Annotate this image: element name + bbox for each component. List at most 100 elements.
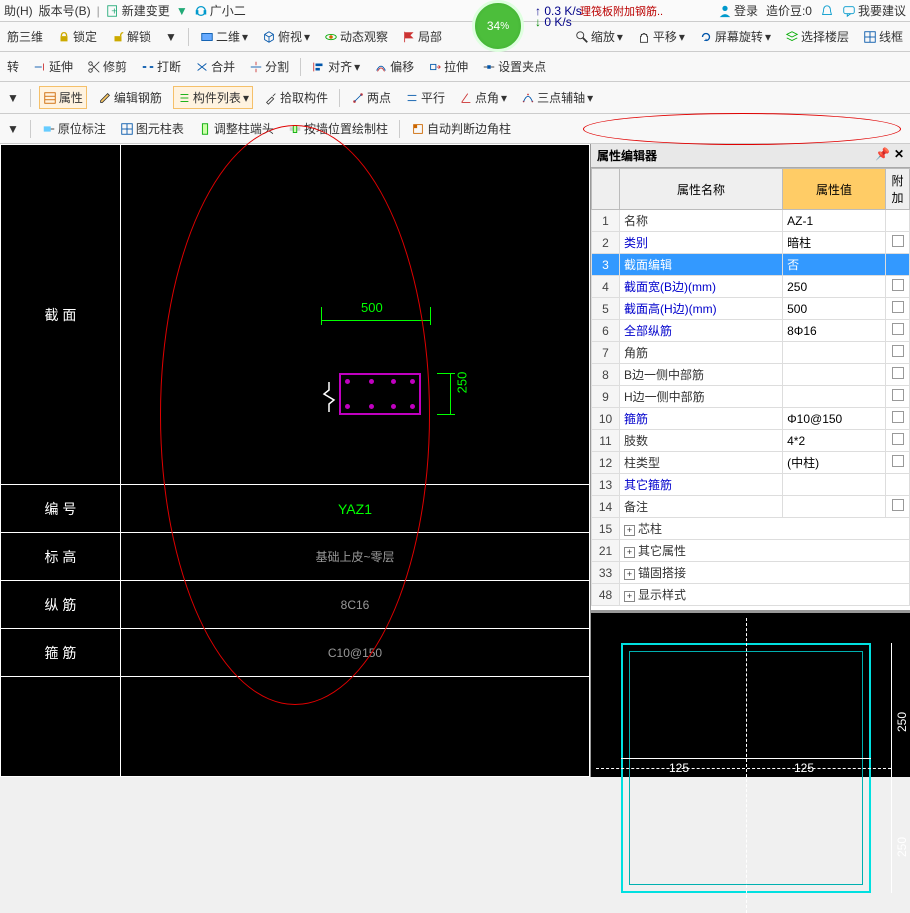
attach-checkbox[interactable]	[892, 455, 904, 467]
gen-dropdown[interactable]: ▼	[4, 89, 22, 107]
extend-button[interactable]: 延伸	[30, 56, 76, 77]
attribute-button[interactable]: 属性	[39, 86, 87, 109]
menu-version[interactable]: 版本号(B)	[39, 2, 91, 19]
stretch-button[interactable]: 拉伸	[425, 56, 471, 77]
wireframe-button[interactable]: 线框	[860, 26, 906, 47]
login-link[interactable]: 登录	[718, 2, 758, 19]
component-list-button[interactable]: 构件列表 ▾	[173, 86, 253, 109]
expand-icon[interactable]: +	[624, 525, 635, 536]
local-zoom-button[interactable]: 局部	[399, 26, 445, 47]
pan-button[interactable]: 平移 ▾	[634, 26, 688, 47]
angle-icon	[459, 91, 473, 105]
auto-edge-col-button[interactable]: 自动判断边角柱	[408, 118, 514, 139]
attach-checkbox[interactable]	[892, 411, 904, 423]
property-row[interactable]: 5截面高(H边)(mm)500	[592, 298, 910, 320]
grip-button[interactable]: 设置夹点	[479, 56, 549, 77]
screen-rotate-button[interactable]: 屏幕旋转 ▾	[696, 26, 774, 47]
unlock-button[interactable]: 解锁	[108, 26, 154, 47]
col-attach[interactable]: 附加	[886, 169, 910, 210]
adj-col-end-button[interactable]: 调整柱端头	[195, 118, 277, 139]
property-row[interactable]: 3截面编辑否	[592, 254, 910, 276]
pin-icon[interactable]: 📌	[875, 147, 890, 164]
doc-add-icon: +	[106, 4, 120, 18]
property-row[interactable]: 14备注	[592, 496, 910, 518]
lock-button[interactable]: 锁定	[54, 26, 100, 47]
zoom-button[interactable]: 缩放 ▾	[572, 26, 626, 47]
file-tab[interactable]: 理筏板附加钢筋..	[580, 3, 663, 19]
property-row[interactable]: 1名称AZ-1	[592, 210, 910, 232]
point-angle-button[interactable]: 点角 ▾	[456, 87, 510, 108]
three-pt-icon	[521, 91, 535, 105]
cad-canvas[interactable]: 截 面 500 250	[0, 144, 590, 777]
property-table[interactable]: 属性名称 属性值 附加 1名称AZ-12类别暗柱3截面编辑否4截面宽(B边)(m…	[591, 168, 910, 606]
close-icon[interactable]: ✕	[894, 147, 904, 164]
attach-checkbox[interactable]	[892, 301, 904, 313]
draw-by-wall-button[interactable]: 按墙位置绘制柱	[285, 118, 391, 139]
property-row[interactable]: 8B边一侧中部筋	[592, 364, 910, 386]
suggest-link[interactable]: 我要建议	[842, 2, 906, 19]
dyn-observe-button[interactable]: 动态观察	[321, 26, 391, 47]
attach-checkbox[interactable]	[892, 367, 904, 379]
attach-checkbox[interactable]	[892, 235, 904, 247]
property-row[interactable]: 4截面宽(B边)(mm)250	[592, 276, 910, 298]
top-view-button[interactable]: 俯视 ▾	[259, 26, 313, 47]
offset-button[interactable]: 偏移	[371, 56, 417, 77]
property-row[interactable]: 9H边一侧中部筋	[592, 386, 910, 408]
cost-beans[interactable]: 造价豆:0	[766, 2, 812, 19]
attach-checkbox[interactable]	[892, 345, 904, 357]
menu-guangxiaoer[interactable]: 广小二	[194, 2, 246, 19]
property-group-row[interactable]: 21+其它属性	[592, 540, 910, 562]
stretch-icon	[428, 60, 442, 74]
pencil-icon	[98, 91, 112, 105]
col-value[interactable]: 属性值	[783, 169, 886, 210]
col-name[interactable]: 属性名称	[620, 169, 783, 210]
rotate-button[interactable]: 转	[4, 56, 22, 77]
property-group-row[interactable]: 33+锚固搭接	[592, 562, 910, 584]
attach-checkbox[interactable]	[892, 499, 904, 511]
property-row[interactable]: 11肢数4*2	[592, 430, 910, 452]
attach-checkbox[interactable]	[892, 323, 904, 335]
gen-dropdown-2[interactable]: ▼	[4, 120, 22, 138]
property-row[interactable]: 10箍筋Φ10@150	[592, 408, 910, 430]
property-row[interactable]: 12柱类型(中柱)	[592, 452, 910, 474]
break-button[interactable]: 打断	[138, 56, 184, 77]
three-aux-axis-button[interactable]: 三点辅轴 ▾	[518, 87, 596, 108]
expand-icon[interactable]: +	[624, 569, 635, 580]
property-row[interactable]: 6全部纵筋8Φ16	[592, 320, 910, 342]
property-row[interactable]: 13其它箍筋	[592, 474, 910, 496]
rebar-3d-button[interactable]: 筋三维	[4, 26, 46, 47]
expand-icon[interactable]: +	[624, 591, 635, 602]
notification-icon[interactable]	[820, 4, 834, 18]
menu-new-change[interactable]: +新建变更	[106, 2, 170, 19]
col-table-button[interactable]: 图元柱表	[117, 118, 187, 139]
trim-button[interactable]: 修剪	[84, 56, 130, 77]
view-dropdown[interactable]: ▼	[162, 28, 180, 46]
select-floor-button[interactable]: 选择楼层	[782, 26, 852, 47]
align-button[interactable]: 对齐 ▾	[309, 56, 363, 77]
pick-component-button[interactable]: 拾取构件	[261, 87, 331, 108]
parallel-button[interactable]: 平行	[402, 87, 448, 108]
two-point-button[interactable]: 两点	[348, 87, 394, 108]
property-group-row[interactable]: 15+芯柱	[592, 518, 910, 540]
attach-checkbox[interactable]	[892, 279, 904, 291]
prop-icon	[43, 91, 57, 105]
attach-checkbox[interactable]	[892, 389, 904, 401]
property-header: 属性编辑器 📌 ✕	[591, 144, 910, 168]
2d-button[interactable]: 二维 ▾	[197, 26, 251, 47]
elev-value: 基础上皮~零层	[315, 550, 394, 564]
property-row[interactable]: 7角筋	[592, 342, 910, 364]
expand-icon[interactable]: +	[624, 547, 635, 558]
edit-rebar-button[interactable]: 编辑钢筋	[95, 87, 165, 108]
dropper-icon	[264, 91, 278, 105]
section-preview[interactable]: 250 250 125 125	[591, 610, 910, 777]
orig-label-button[interactable]: 原位标注	[39, 118, 109, 139]
menu-help[interactable]: 助(H)	[4, 2, 33, 19]
split-button[interactable]: 分割	[246, 56, 292, 77]
property-row[interactable]: 2类别暗柱	[592, 232, 910, 254]
ribbon-edit: 转 延伸 修剪 打断 合并 分割 对齐 ▾ 偏移 拉伸 设置夹点	[0, 52, 910, 82]
property-group-row[interactable]: 48+显示样式	[592, 584, 910, 606]
attach-checkbox[interactable]	[892, 433, 904, 445]
speed-badge[interactable]: 34%	[472, 0, 524, 52]
merge-button[interactable]: 合并	[192, 56, 238, 77]
menu-dropdown[interactable]: ▼	[176, 4, 188, 18]
